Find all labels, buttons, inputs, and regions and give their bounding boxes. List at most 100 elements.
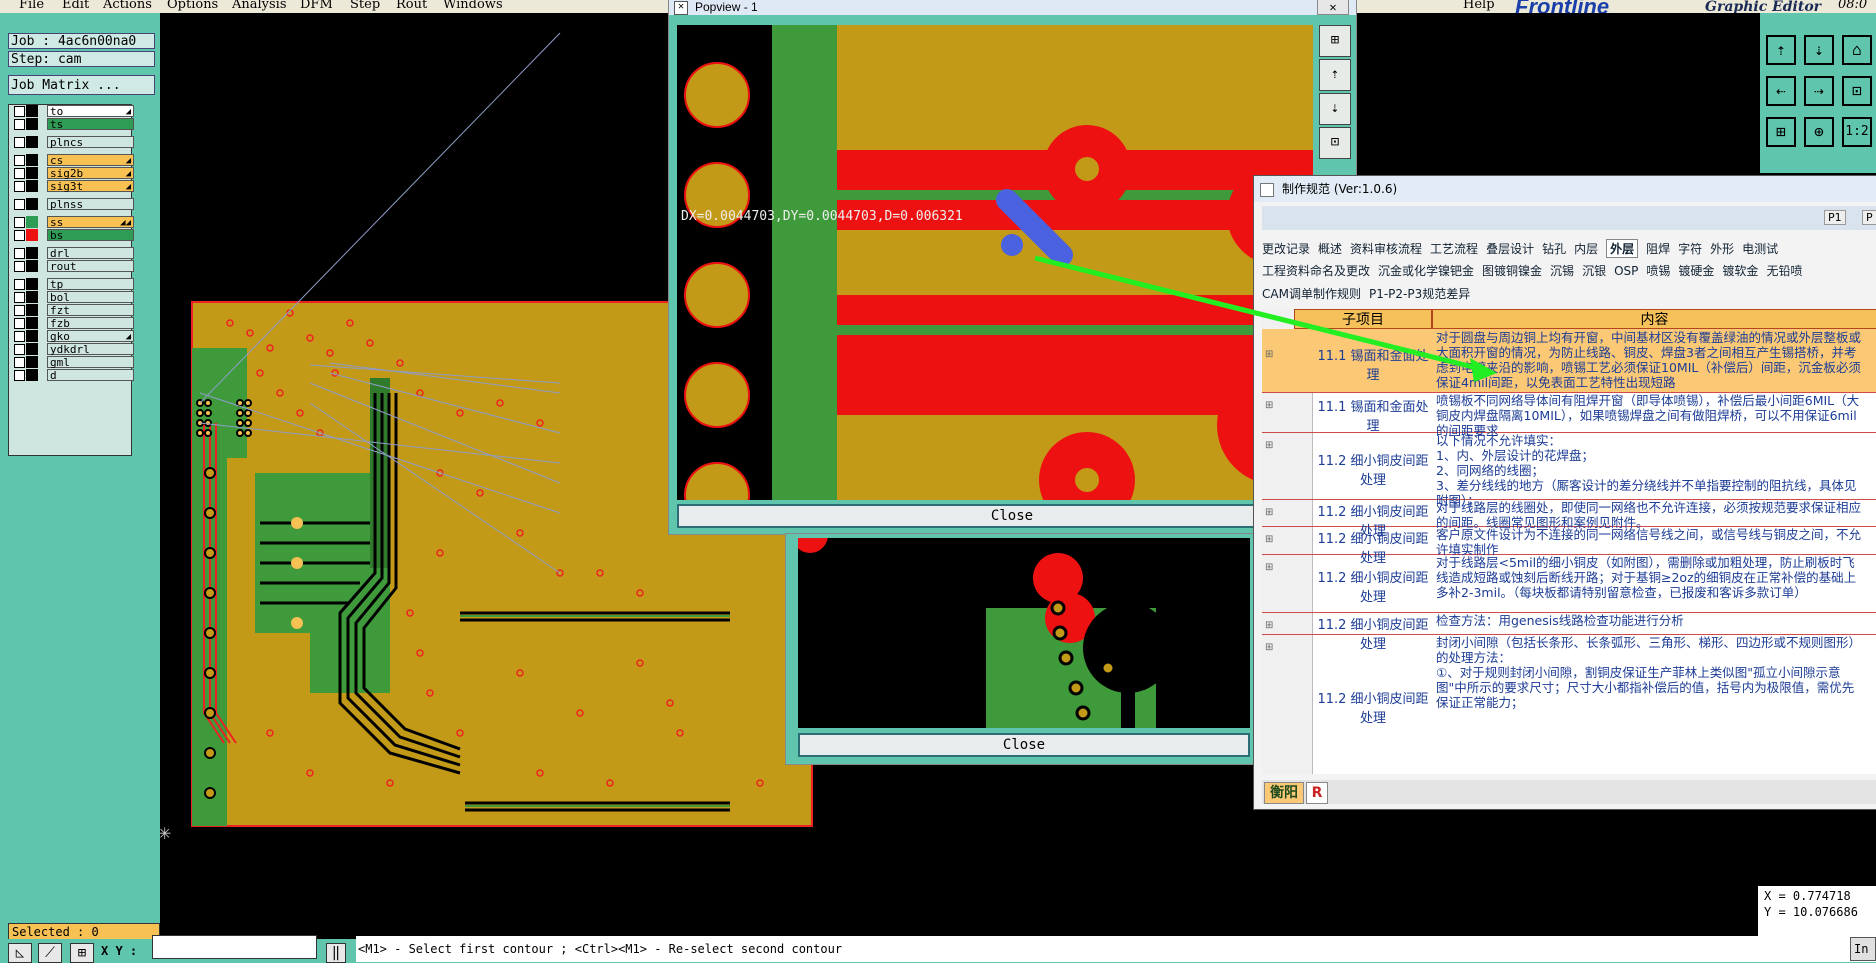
menu-dfm[interactable]: DFM (300, 0, 333, 12)
layer-color-swatch[interactable] (26, 304, 38, 316)
layer-row[interactable]: fzb (12, 317, 138, 330)
layer-row[interactable]: tp (12, 278, 138, 291)
home-icon[interactable]: ⌂ (1842, 35, 1872, 65)
popview-close-button[interactable]: Close (677, 504, 1347, 528)
expand-icon[interactable]: ⊞ (1265, 642, 1273, 653)
job-matrix-button[interactable]: Job Matrix ... (8, 75, 155, 95)
layer-color-swatch[interactable] (26, 247, 38, 259)
mini-tab-p[interactable]: P (1862, 210, 1876, 225)
layer-row[interactable]: ydkdrl (12, 343, 138, 356)
layer-row[interactable]: to ◢ (12, 105, 138, 118)
spec-tab[interactable]: 钻孔 (1542, 240, 1566, 257)
layer-row[interactable]: ts (12, 118, 138, 131)
spec-tab[interactable]: 图镀铜镍金 (1482, 262, 1542, 279)
layer-color-swatch[interactable] (26, 291, 38, 303)
layer-row[interactable]: plnss (12, 198, 138, 211)
pan-left-icon[interactable]: ⇠ (1766, 76, 1796, 106)
layer-name[interactable]: ss ◢◢ (47, 216, 134, 229)
spec-tab[interactable]: 沉金或化学镍钯金 (1378, 262, 1474, 279)
layer-checkbox[interactable] (14, 137, 25, 148)
second-close-button[interactable]: Close (798, 733, 1250, 757)
layer-row[interactable]: gml (12, 356, 138, 369)
expand-icon[interactable]: ⊞ (1265, 349, 1273, 360)
layer-checkbox[interactable] (14, 168, 25, 179)
menu-file[interactable]: File (19, 0, 44, 12)
spec-window-title[interactable]: 制作规范 (Ver:1.0.6) (1254, 176, 1876, 202)
layer-color-swatch[interactable] (26, 105, 38, 117)
layer-name[interactable]: drl (47, 247, 134, 260)
layer-name[interactable]: ydkdrl (47, 343, 134, 356)
menu-rout[interactable]: Rout (396, 0, 427, 12)
menu-help[interactable]: Help (1463, 0, 1495, 12)
spec-tab[interactable]: 资料审核流程 (1350, 240, 1422, 257)
expand-icon[interactable]: ⊞ (1265, 400, 1273, 411)
layer-checkbox[interactable] (14, 279, 25, 290)
layer-checkbox[interactable] (14, 344, 25, 355)
spec-tab[interactable]: 外形 (1710, 240, 1734, 257)
layer-row[interactable]: sig2b ◢ (12, 167, 138, 180)
layer-color-swatch[interactable] (26, 229, 38, 241)
menu-edit[interactable]: Edit (62, 0, 89, 12)
expand-icon[interactable]: ⊞ (1265, 440, 1273, 451)
layer-checkbox[interactable] (14, 357, 25, 368)
layer-row[interactable]: plncs (12, 136, 138, 149)
layer-checkbox[interactable] (14, 181, 25, 192)
layer-checkbox[interactable] (14, 318, 25, 329)
zoom-in-icon[interactable]: ⇡ (1766, 35, 1796, 65)
layer-color-swatch[interactable] (26, 317, 38, 329)
expand-icon[interactable]: ⊞ (1265, 534, 1273, 545)
layer-color-swatch[interactable] (26, 369, 38, 381)
grid-tool-icon[interactable]: ⊞ (70, 943, 94, 963)
layer-row[interactable]: drl (12, 247, 138, 260)
layer-name[interactable]: to ◢ (47, 105, 134, 118)
layer-color-swatch[interactable] (26, 343, 38, 355)
spec-tab[interactable]: 镀硬金 (1678, 262, 1714, 279)
table-row[interactable]: ⊞ 11.2 细小铜皮间距处理 以下情况不允许填实： 1、内、外层设计的花焊盘； 2… (1262, 432, 1876, 508)
spec-tab[interactable]: 工程资料命名及更改 (1262, 262, 1370, 279)
table-row[interactable]: ⊞ 11.2 细小铜皮间距处理 封闭小间隙（包括长条形、长条弧形、三角形、梯形、四边… (1262, 634, 1876, 774)
spec-tab[interactable]: OSP (1614, 264, 1638, 278)
layer-checkbox[interactable] (14, 261, 25, 272)
layer-checkbox[interactable] (14, 248, 25, 259)
layer-color-swatch[interactable] (26, 278, 38, 290)
layer-checkbox[interactable] (14, 217, 25, 228)
spec-tab[interactable]: 内层 (1574, 240, 1598, 257)
table-row[interactable]: ⊞ 11.2 细小铜皮间距处理 对于线路层<5mil的细小铜皮（如附图），需删除或加… (1262, 554, 1876, 613)
spec-tab[interactable]: 喷锡 (1646, 262, 1670, 279)
layer-checkbox[interactable] (14, 119, 25, 130)
spec-tab[interactable]: 工艺流程 (1430, 240, 1478, 257)
layer-name[interactable]: bs (47, 229, 134, 242)
ratio-icon[interactable]: 1:2 (1842, 117, 1872, 147)
layer-row[interactable]: bs (12, 229, 138, 242)
layer-name[interactable]: d (47, 369, 134, 382)
expand-icon[interactable]: ⊞ (1265, 507, 1273, 518)
measure-tool-icon[interactable]: ⟋ (38, 943, 62, 963)
select-tool-icon[interactable]: ◺ (8, 943, 32, 963)
spec-tab[interactable]: 镀软金 (1722, 262, 1758, 279)
spec-tab[interactable]: CAM调单制作规则 (1262, 285, 1361, 302)
popview-zoom-icon[interactable]: ⊞ (1319, 25, 1351, 57)
menu-analysis[interactable]: Analysis (232, 0, 287, 12)
layer-row[interactable]: gko ◢ (12, 330, 138, 343)
expand-icon[interactable]: ⊞ (1265, 562, 1273, 573)
popview-canvas[interactable]: DX=0.0044703,DY=0.0044703,D=0.006321 (677, 25, 1313, 500)
input-mode-button[interactable]: In (1850, 937, 1876, 961)
layer-name[interactable]: fzt (47, 304, 134, 317)
layer-checkbox[interactable] (14, 199, 25, 210)
table-row[interactable]: ⊞ 11.1 锡面和金面处理 喷锡板不同网络导体间有阻焊开窗（即导体喷锡），补偿后最… (1262, 392, 1876, 438)
layer-color-swatch[interactable] (26, 356, 38, 368)
layer-row[interactable]: cs ◢ (12, 154, 138, 167)
layer-color-swatch[interactable] (26, 216, 38, 228)
popview-up-icon[interactable]: ⇡ (1319, 59, 1351, 91)
layer-color-swatch[interactable] (26, 136, 38, 148)
layer-row[interactable]: rout (12, 260, 138, 273)
menu-options[interactable]: Options (167, 0, 218, 12)
mini-tab-p1[interactable]: P1 (1824, 210, 1846, 225)
layer-name[interactable]: gml (47, 356, 134, 369)
layer-name[interactable]: cs ◢ (47, 154, 134, 167)
zoom-out-icon[interactable]: ⇣ (1804, 35, 1834, 65)
layer-checkbox[interactable] (14, 155, 25, 166)
layer-name[interactable]: tp (47, 278, 134, 291)
second-popview-canvas[interactable] (798, 538, 1250, 728)
location-badge[interactable]: 衡阳 (1264, 782, 1304, 804)
